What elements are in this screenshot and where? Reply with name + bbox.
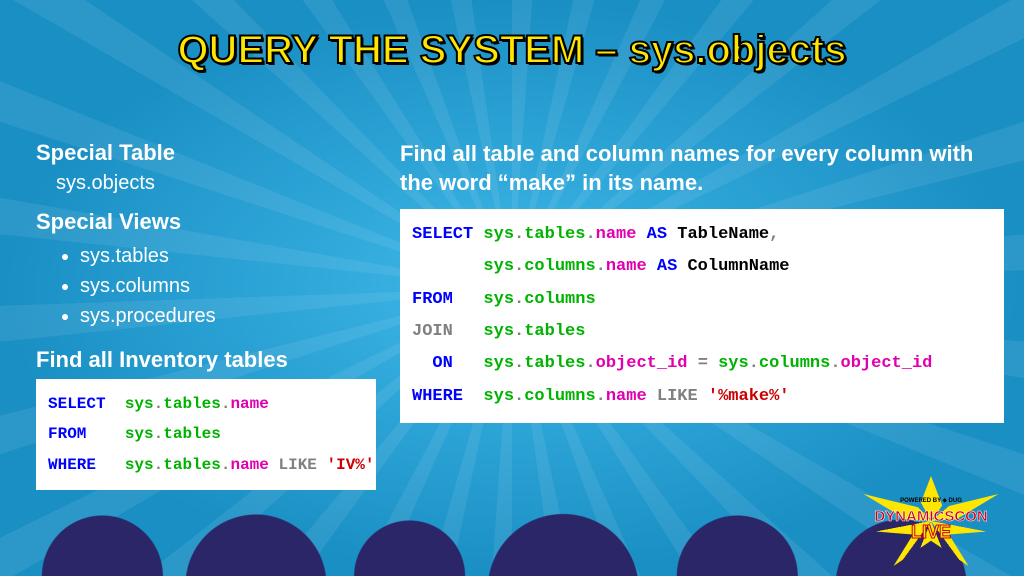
slide-title: QUERY THE SYSTEM – sys.objects (0, 28, 1024, 73)
text-sys-objects: sys.objects (56, 172, 376, 195)
list-item: sys.procedures (80, 301, 376, 331)
heading-inventory: Find all Inventory tables (36, 347, 376, 373)
views-list: sys.tables sys.columns sys.procedures (80, 241, 376, 331)
heading-special-views: Special Views (36, 209, 376, 235)
logo-powered-text: POWERED BY ⬥ DUG (856, 498, 1006, 505)
dynamicscon-logo: POWERED BY ⬥ DUG DYNAMICSCON LIVE (856, 476, 1006, 566)
code-block-make: SELECT sys.tables.name AS TableName, sys… (400, 209, 1004, 423)
logo-text: DYNAMICSCON LIVE (856, 510, 1006, 540)
heading-special-table: Special Table (36, 140, 376, 166)
code-block-inventory: SELECT sys.tables.name FROM sys.tables W… (36, 379, 376, 490)
list-item: sys.columns (80, 271, 376, 301)
list-item: sys.tables (80, 241, 376, 271)
heading-find-columns: Find all table and column names for ever… (400, 140, 1004, 197)
